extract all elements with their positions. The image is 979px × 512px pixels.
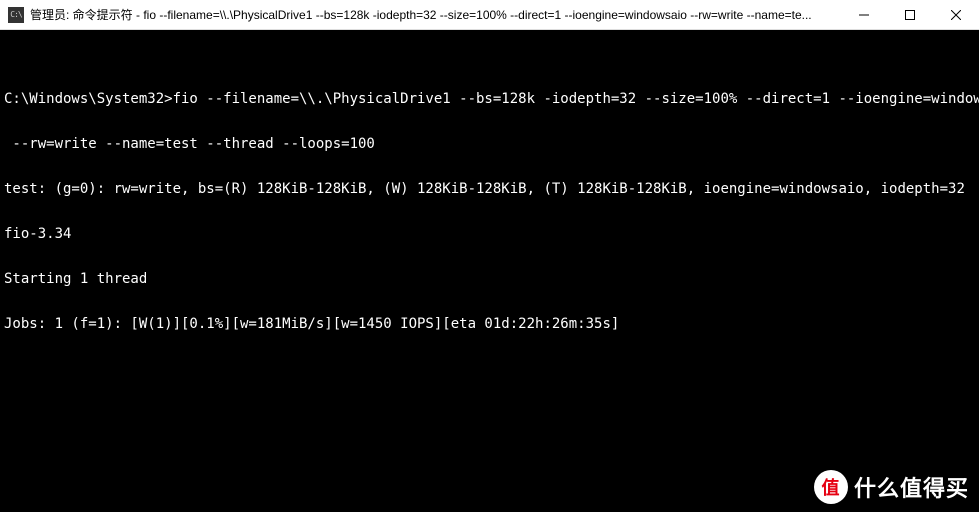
titlebar[interactable]: C:\ 管理员: 命令提示符 - fio --filename=\\.\Phys… <box>0 0 979 30</box>
watermark-badge-icon: 值 <box>814 470 848 504</box>
watermark: 值 什么值得买 <box>814 470 969 504</box>
window-title: 管理员: 命令提示符 - fio --filename=\\.\Physical… <box>30 6 841 23</box>
maximize-icon <box>905 10 915 20</box>
minimize-button[interactable] <box>841 0 887 29</box>
minimize-icon <box>859 10 869 20</box>
close-button[interactable] <box>933 0 979 29</box>
console-line: Jobs: 1 (f=1): [W(1)][0.1%][w=181MiB/s][… <box>4 317 975 332</box>
console-line: fio-3.34 <box>4 227 975 242</box>
watermark-text: 什么值得买 <box>854 471 969 503</box>
maximize-button[interactable] <box>887 0 933 29</box>
cmd-window: C:\ 管理员: 命令提示符 - fio --filename=\\.\Phys… <box>0 0 979 512</box>
console-line: C:\Windows\System32>fio --filename=\\.\P… <box>4 92 975 107</box>
console-line: --rw=write --name=test --thread --loops=… <box>4 137 975 152</box>
window-controls <box>841 0 979 29</box>
close-icon <box>951 10 961 20</box>
console-line: test: (g=0): rw=write, bs=(R) 128KiB-128… <box>4 182 975 197</box>
console-output[interactable]: C:\Windows\System32>fio --filename=\\.\P… <box>0 30 979 512</box>
cmd-icon: C:\ <box>8 7 24 23</box>
console-line: Starting 1 thread <box>4 272 975 287</box>
